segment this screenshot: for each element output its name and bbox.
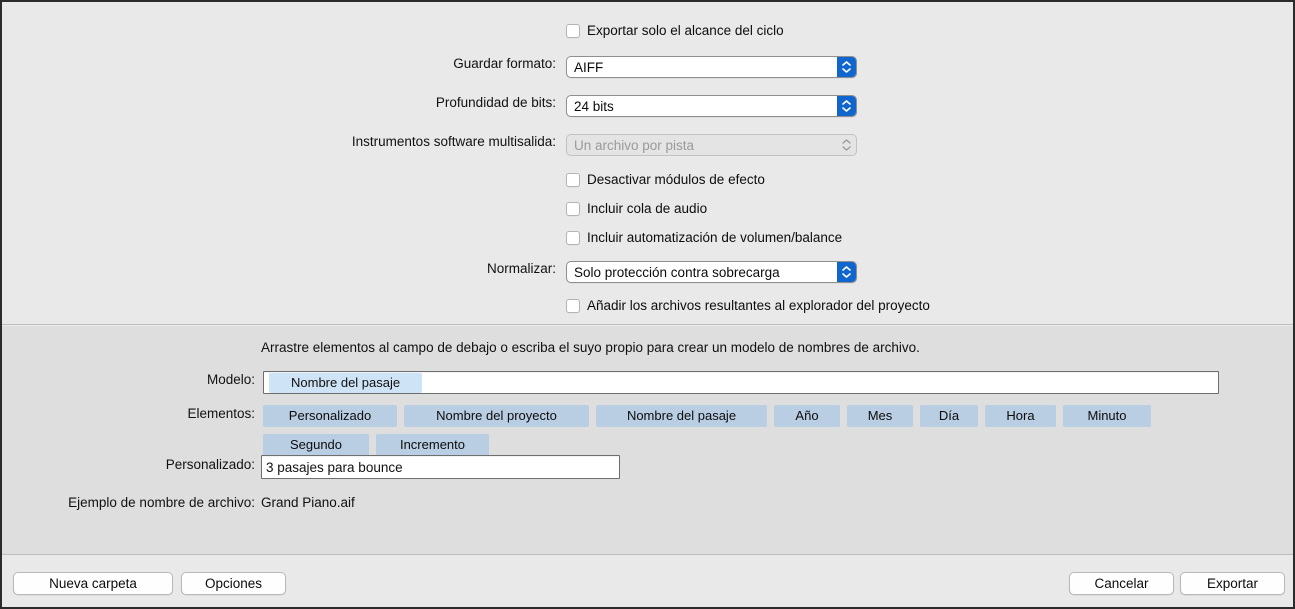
chevron-down-icon bbox=[842, 273, 851, 278]
elements-label: Elementos: bbox=[187, 406, 255, 421]
multi-output-stepper-arrows bbox=[837, 135, 856, 155]
custom-label-wrap: Personalizado: bbox=[2, 457, 255, 472]
chevron-down-icon bbox=[842, 146, 851, 151]
element-token[interactable]: Minuto bbox=[1063, 405, 1151, 427]
normalize-value: Solo protección contra sobrecarga bbox=[567, 265, 780, 280]
chevron-down-icon bbox=[842, 107, 851, 112]
cancel-button[interactable]: Cancelar bbox=[1069, 572, 1174, 595]
cycle-range-label: Exportar solo el alcance del ciclo bbox=[587, 23, 784, 38]
element-token[interactable]: Nombre del pasaje bbox=[596, 405, 767, 427]
pattern-label: Modelo: bbox=[207, 372, 255, 387]
settings-naming-divider bbox=[2, 324, 1293, 325]
bit-depth-value: 24 bits bbox=[567, 99, 614, 114]
bypass-effects-checkbox[interactable] bbox=[566, 173, 580, 187]
normalize-label-wrap: Normalizar: bbox=[2, 261, 556, 276]
audio-tail-checkbox-row[interactable]: Incluir cola de audio bbox=[566, 201, 707, 216]
pattern-token[interactable]: Nombre del pasaje bbox=[269, 373, 422, 393]
pattern-field[interactable]: Nombre del pasaje bbox=[263, 371, 1219, 394]
add-to-project-checkbox[interactable] bbox=[566, 299, 580, 313]
element-token[interactable]: Día bbox=[920, 405, 978, 427]
element-token[interactable]: Hora bbox=[985, 405, 1056, 427]
add-to-project-label: Añadir los archivos resultantes al explo… bbox=[587, 298, 930, 313]
element-token-list: Personalizado Nombre del proyecto Nombre… bbox=[263, 405, 1223, 456]
chevron-up-icon bbox=[842, 139, 851, 144]
chevron-up-icon bbox=[842, 100, 851, 105]
format-stepper-arrows[interactable] bbox=[837, 57, 856, 77]
element-token[interactable]: Mes bbox=[847, 405, 913, 427]
volume-automation-checkbox[interactable] bbox=[566, 231, 580, 245]
chevron-down-icon bbox=[842, 68, 851, 73]
format-value: AIFF bbox=[567, 60, 603, 75]
naming-instruction: Arrastre elementos al campo de debajo o … bbox=[261, 340, 920, 355]
normalize-stepper-arrows[interactable] bbox=[837, 262, 856, 282]
element-token[interactable]: Nombre del proyecto bbox=[404, 405, 589, 427]
chevron-up-icon bbox=[842, 61, 851, 66]
export-dialog: Exportar solo el alcance del ciclo Guard… bbox=[0, 0, 1295, 609]
audio-tail-label: Incluir cola de audio bbox=[587, 201, 707, 216]
bit-depth-stepper-arrows[interactable] bbox=[837, 96, 856, 116]
format-label: Guardar formato: bbox=[453, 56, 556, 71]
cycle-range-checkbox[interactable] bbox=[566, 24, 580, 38]
bypass-effects-label: Desactivar módulos de efecto bbox=[587, 172, 765, 187]
pattern-label-wrap: Modelo: bbox=[2, 372, 255, 387]
multi-output-label-wrap: Instrumentos software multisalida: bbox=[2, 134, 556, 149]
volume-automation-label: Incluir automatización de volumen/balanc… bbox=[587, 230, 842, 245]
multi-output-label: Instrumentos software multisalida: bbox=[352, 134, 556, 149]
elements-label-wrap: Elementos: bbox=[2, 406, 255, 421]
normalize-popup[interactable]: Solo protección contra sobrecarga bbox=[566, 261, 857, 283]
bit-depth-label: Profundidad de bits: bbox=[436, 95, 556, 110]
custom-label: Personalizado: bbox=[166, 457, 255, 472]
element-token[interactable]: Año bbox=[774, 405, 840, 427]
bypass-effects-checkbox-row[interactable]: Desactivar módulos de efecto bbox=[566, 172, 765, 187]
footer-bar: Nueva carpeta Opciones Cancelar Exportar bbox=[2, 555, 1293, 607]
naming-pane: Arrastre elementos al campo de debajo o … bbox=[2, 326, 1293, 554]
example-filename-value: Grand Piano.aif bbox=[261, 495, 355, 510]
multi-output-value: Un archivo por pista bbox=[567, 138, 694, 153]
settings-pane: Exportar solo el alcance del ciclo Guard… bbox=[2, 2, 1293, 324]
cycle-range-checkbox-row[interactable]: Exportar solo el alcance del ciclo bbox=[566, 23, 784, 38]
element-token[interactable]: Personalizado bbox=[263, 405, 397, 427]
options-button[interactable]: Opciones bbox=[181, 572, 286, 595]
chevron-up-icon bbox=[842, 266, 851, 271]
normalize-label: Normalizar: bbox=[487, 261, 556, 276]
add-to-project-checkbox-row[interactable]: Añadir los archivos resultantes al explo… bbox=[566, 298, 930, 313]
new-folder-button[interactable]: Nueva carpeta bbox=[13, 572, 173, 595]
format-popup[interactable]: AIFF bbox=[566, 56, 857, 78]
volume-automation-checkbox-row[interactable]: Incluir automatización de volumen/balanc… bbox=[566, 230, 842, 245]
custom-name-input[interactable] bbox=[261, 455, 620, 479]
bit-depth-popup[interactable]: 24 bits bbox=[566, 95, 857, 117]
example-filename-label: Ejemplo de nombre de archivo: bbox=[68, 495, 255, 510]
audio-tail-checkbox[interactable] bbox=[566, 202, 580, 216]
bit-depth-label-wrap: Profundidad de bits: bbox=[2, 95, 556, 110]
export-button[interactable]: Exportar bbox=[1180, 572, 1285, 595]
multi-output-popup: Un archivo por pista bbox=[566, 134, 857, 156]
format-label-wrap: Guardar formato: bbox=[2, 56, 556, 71]
element-token[interactable]: Segundo bbox=[263, 434, 369, 456]
element-token[interactable]: Incremento bbox=[376, 434, 489, 456]
example-label-wrap: Ejemplo de nombre de archivo: bbox=[2, 495, 255, 510]
